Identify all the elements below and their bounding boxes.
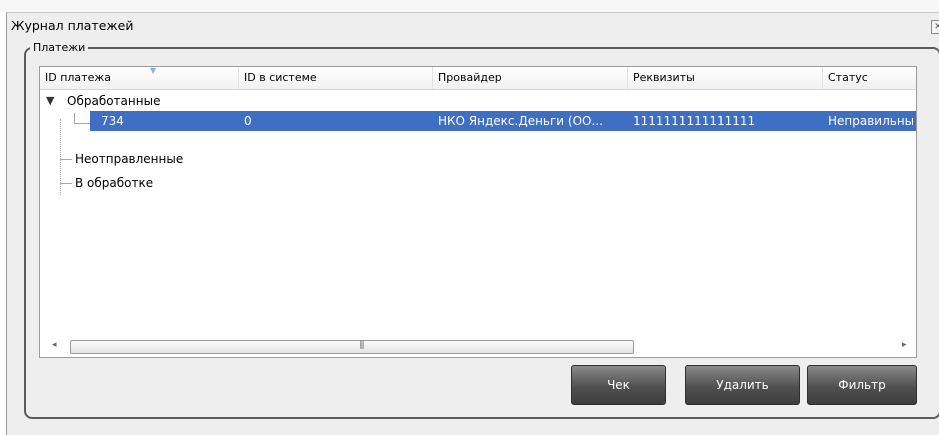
group-label: В обработке [75,176,154,190]
group-label: Обработанные [67,94,161,108]
cell-system-id: 0 [244,114,252,128]
groupbox-label: Платежи [30,41,89,54]
scroll-right-icon[interactable]: ▸ [902,340,907,350]
cell-payment-id: 734 [101,114,124,128]
table-row[interactable]: 734 0 НКО Яндекс.Деньги (ОО... 111111111… [90,111,916,131]
payments-tree-table[interactable]: ID платежа ▼ ID в системе Провайдер Рекв… [39,66,917,358]
check-button[interactable]: Чек [571,365,666,405]
scrollbar-grip-icon: ⫼ [359,341,365,351]
column-header-status[interactable]: Статус [823,67,916,89]
column-header-provider[interactable]: Провайдер [433,67,628,89]
column-header-details[interactable]: Реквизиты [628,67,823,89]
scrollbar-thumb[interactable]: ⫼ [70,340,634,354]
cell-status: Неправильны [828,114,915,128]
scroll-left-icon[interactable]: ◂ [52,340,57,350]
window-top-strip [0,0,939,12]
window-title: Журнал платежей [11,18,134,33]
close-icon[interactable]: ✕ [931,20,939,34]
tree-line-child-vertical [74,113,75,123]
cell-details: 1111111111111111 [633,114,756,128]
expanded-triangle-icon[interactable]: ▼ [46,94,54,107]
column-header-payment-id[interactable]: ID платежа [40,67,239,89]
delete-button[interactable]: Удалить [685,365,800,405]
tree-group-unsent[interactable]: Неотправленные [40,149,916,169]
column-header-system-id[interactable]: ID в системе [239,67,433,89]
horizontal-scrollbar[interactable]: ◂ ⫼ ▸ [40,337,916,357]
table-header: ID платежа ▼ ID в системе Провайдер Рекв… [40,67,916,90]
tree-group-in-progress[interactable]: В обработке [40,173,916,193]
group-label: Неотправленные [75,152,184,166]
filter-button[interactable]: Фильтр [807,365,917,405]
sort-arrow-icon: ▼ [150,66,157,75]
titlebar[interactable]: Журнал платежей ✕ [7,13,939,39]
cell-provider: НКО Яндекс.Деньги (ОО... [438,114,603,128]
tree-group-processed[interactable]: ▼ Обработанные [40,91,916,111]
